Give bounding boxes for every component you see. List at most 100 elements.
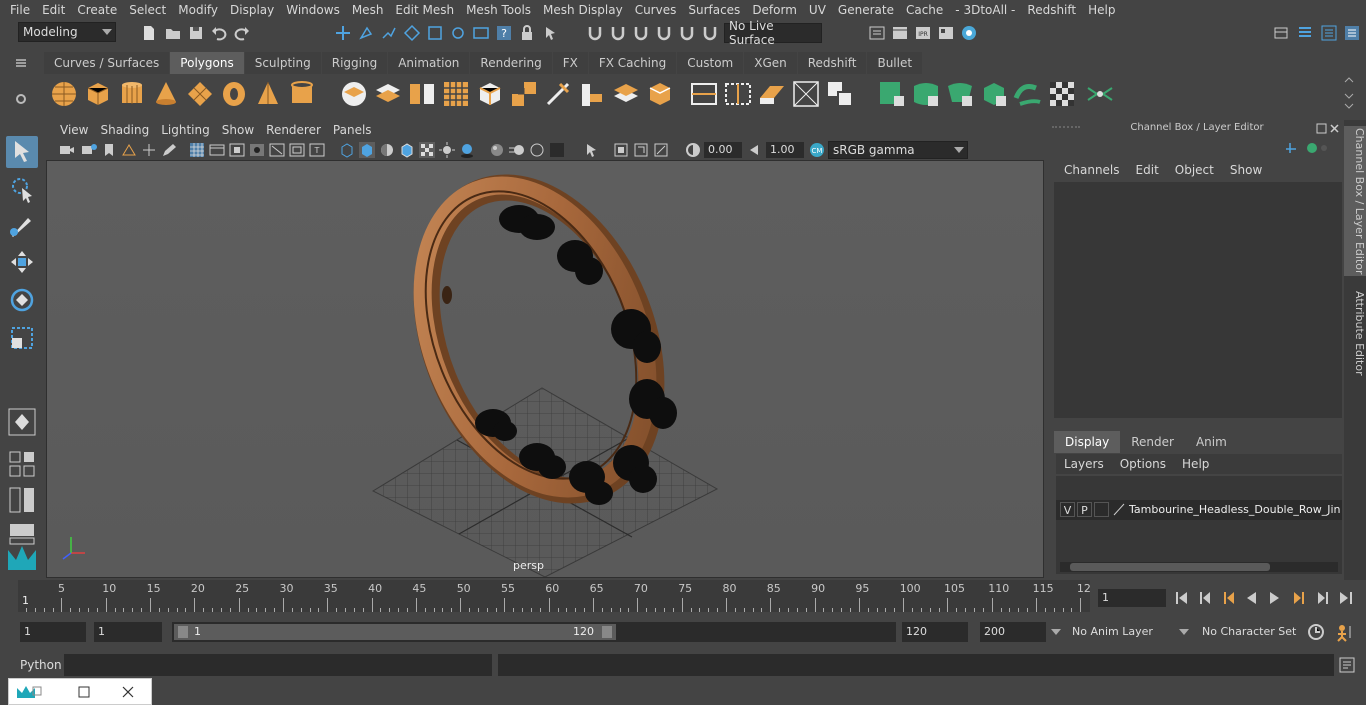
help-query-icon[interactable]: ? [495, 24, 513, 42]
end-time-field[interactable]: 120 [902, 622, 968, 642]
menu-help[interactable]: Help [1082, 3, 1121, 17]
resolution-gate-icon[interactable] [228, 141, 246, 159]
tab-display[interactable]: Display [1054, 431, 1121, 453]
edge-loop-icon[interactable] [688, 78, 720, 110]
render-view-icon[interactable] [937, 24, 955, 42]
safe-action-icon[interactable] [288, 141, 306, 159]
menu-create[interactable]: Create [71, 3, 123, 17]
character-set-field[interactable]: No Character Set [1198, 622, 1298, 642]
shelf-scroll-icon[interactable] [1344, 76, 1354, 112]
menu-select[interactable]: Select [123, 3, 172, 17]
ambient-occlusion-icon[interactable] [488, 141, 506, 159]
poly-pyramid-icon[interactable] [252, 78, 284, 110]
poly-torus-icon[interactable] [218, 78, 250, 110]
auto-key-icon[interactable] [1306, 622, 1326, 642]
snap-point-icon[interactable] [449, 24, 467, 42]
gate-mask-icon[interactable] [248, 141, 266, 159]
paint-select-icon[interactable] [6, 210, 38, 242]
layers-menu[interactable]: Layers [1056, 457, 1112, 471]
range-handle-right[interactable] [602, 626, 612, 638]
poly-cone-icon[interactable] [150, 78, 182, 110]
magnet-icon[interactable] [701, 24, 719, 42]
gamma-field[interactable]: 1.00 [766, 142, 804, 158]
menu-windows[interactable]: Windows [280, 3, 346, 17]
magnet-icon[interactable] [655, 24, 673, 42]
poly-plane-icon[interactable] [184, 78, 216, 110]
menu-uv[interactable]: UV [803, 3, 832, 17]
wireframe-icon[interactable] [338, 141, 356, 159]
menu-edit[interactable]: Edit [36, 3, 71, 17]
open-scene-icon[interactable] [164, 24, 182, 42]
colorspace-dropdown[interactable]: sRGB gamma [828, 141, 968, 159]
menu-deform[interactable]: Deform [746, 3, 803, 17]
cb-object-menu[interactable]: Object [1167, 163, 1222, 177]
menu-generate[interactable]: Generate [832, 3, 900, 17]
soft-select-icon[interactable] [6, 406, 38, 438]
snap-view-icon[interactable] [472, 24, 490, 42]
shelf-settings-icon[interactable] [14, 92, 28, 106]
field-chart-icon[interactable] [268, 141, 286, 159]
motion-blur-icon[interactable] [508, 141, 526, 159]
snap-curve-icon[interactable] [426, 24, 444, 42]
tab-attribute-editor-vertical[interactable]: Attribute Editor [1344, 288, 1366, 378]
poly-cube-icon[interactable] [82, 78, 114, 110]
lasso-tool-icon[interactable] [6, 174, 38, 206]
xray-icon[interactable] [418, 141, 436, 159]
layout-quad-icon[interactable] [6, 448, 38, 480]
layer-display-type-toggle[interactable] [1094, 502, 1109, 517]
save-scene-icon[interactable] [187, 24, 205, 42]
anim-end-field[interactable]: 200 [980, 622, 1046, 642]
separate-icon[interactable] [372, 78, 404, 110]
rotate-tool-icon[interactable] [6, 284, 38, 316]
tab-rigging[interactable]: Rigging [321, 52, 388, 74]
viewport-menu-panels[interactable]: Panels [327, 123, 378, 137]
uv-editor-icon[interactable] [1084, 78, 1116, 110]
range-slider-handle[interactable]: 1 120 [174, 624, 616, 640]
shadows-icon[interactable] [458, 141, 476, 159]
layer-playback-toggle[interactable]: P [1077, 502, 1092, 517]
merge-icon[interactable] [756, 78, 788, 110]
maya-app-icon[interactable] [15, 684, 43, 700]
default-material-icon[interactable] [378, 141, 396, 159]
menu-curves[interactable]: Curves [629, 3, 683, 17]
close-icon[interactable] [121, 685, 135, 699]
tab-render[interactable]: Render [1120, 431, 1185, 453]
options-menu[interactable]: Options [1112, 457, 1174, 471]
color-management-icon[interactable]: CM [808, 141, 826, 159]
layer-visibility-toggle[interactable]: V [1060, 502, 1075, 517]
depth-of-field-icon[interactable] [548, 141, 566, 159]
tab-anim[interactable]: Anim [1184, 431, 1238, 453]
command-input[interactable] [64, 654, 492, 676]
menu-cache[interactable]: Cache [900, 3, 949, 17]
magnet-icon[interactable] [678, 24, 696, 42]
viewport-menu-lighting[interactable]: Lighting [155, 123, 216, 137]
tab-animation[interactable]: Animation [388, 52, 470, 74]
smooth-icon[interactable] [440, 78, 472, 110]
frame-selected-icon[interactable] [632, 141, 650, 159]
python-label[interactable]: Python [20, 658, 62, 672]
layout-split-icon[interactable] [6, 484, 38, 516]
tab-curves-surfaces[interactable]: Curves / Surfaces [44, 52, 170, 74]
smooth-shade-icon[interactable] [358, 141, 376, 159]
range-slider[interactable]: 1 120 [172, 622, 896, 642]
viewport-menu-shading[interactable]: Shading [94, 123, 155, 137]
exposure-icon[interactable] [684, 141, 702, 159]
mirror-icon[interactable] [406, 78, 438, 110]
cb-show-menu[interactable]: Show [1222, 163, 1270, 177]
layer-help-menu[interactable]: Help [1174, 457, 1217, 471]
extrude-icon[interactable] [508, 78, 540, 110]
lock-icon[interactable] [518, 24, 536, 42]
ipr-render-icon[interactable]: IPR [914, 24, 932, 42]
perspective-viewport[interactable]: persp [46, 160, 1044, 578]
select-object-icon[interactable] [357, 24, 375, 42]
tab-fx[interactable]: FX [552, 52, 588, 74]
tab-custom[interactable]: Custom [677, 52, 744, 74]
camera-attributes-icon[interactable] [80, 141, 98, 159]
layer-name[interactable]: Tambourine_Headless_Double_Row_Jing [1129, 503, 1341, 516]
menu-mesh-display[interactable]: Mesh Display [537, 3, 629, 17]
magnet-icon[interactable] [586, 24, 604, 42]
tab-redshift[interactable]: Redshift [797, 52, 867, 74]
frame-all-icon[interactable] [612, 141, 630, 159]
menu-display[interactable]: Display [224, 3, 280, 17]
grid-icon[interactable] [188, 141, 206, 159]
